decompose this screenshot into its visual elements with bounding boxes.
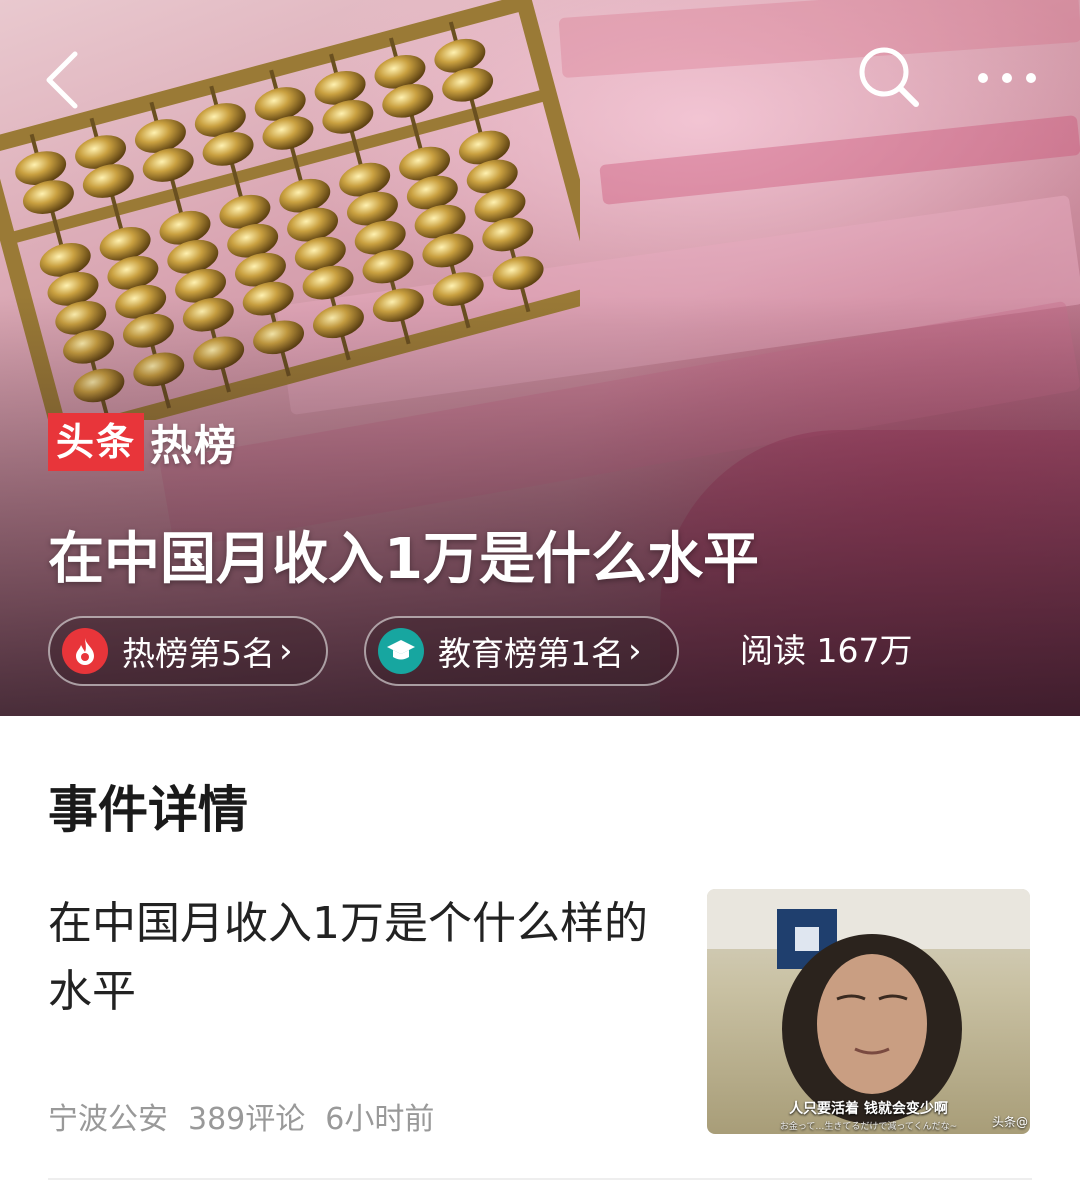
topic-title: 在中国月收入1万是什么水平	[48, 527, 759, 592]
article-title: 在中国月收入1万是个什么样的水平	[48, 898, 648, 1017]
section-title: 事件详情	[48, 781, 248, 839]
toutiao-hotlist-logo: 头条 热榜	[48, 412, 238, 472]
brand-text: 热榜	[150, 420, 239, 470]
flame-icon	[62, 628, 108, 674]
thumbnail-caption-jp: お金って…生きてるだけで減ってくんだな~	[779, 1122, 958, 1132]
chevron-left-icon	[46, 51, 78, 109]
divider	[48, 1178, 1032, 1180]
article-time: 6小时前	[325, 1102, 435, 1137]
edu-rank-label: 教育榜第1名	[438, 634, 624, 673]
graduation-cap-icon	[378, 628, 424, 674]
article-source: 宁波公安	[48, 1102, 168, 1137]
article-comments: 389评论	[188, 1102, 306, 1137]
article-card[interactable]: 在中国月收入1万是个什么样的水平 宁波公安 389评论 6小时前 人只要活着 钱…	[0, 880, 1080, 1180]
read-count: 阅读 167万	[740, 631, 913, 670]
search-button[interactable]	[850, 38, 926, 114]
more-horizontal-icon	[978, 73, 1036, 83]
search-icon	[859, 47, 919, 107]
article-meta: 宁波公安 389评论 6小时前	[48, 1094, 434, 1138]
thumbnail-caption: 人只要活着 钱就会变少啊	[789, 1101, 948, 1117]
hot-rank-label: 热榜第5名	[122, 634, 275, 673]
hot-rank-chip[interactable]: 热榜第5名 ›	[48, 616, 328, 686]
hero-banner: 头条 热榜 在中国月收入1万是什么水平 热榜第5名 › 教育榜第1名 › 阅读 …	[0, 0, 1080, 716]
more-button[interactable]	[966, 48, 1048, 108]
chevron-right-icon: ›	[628, 631, 642, 671]
back-button[interactable]	[28, 40, 98, 120]
article-thumbnail: 人只要活着 钱就会变少啊 お金って…生きてるだけで減ってくんだな~ 头条@	[707, 889, 1030, 1134]
chevron-right-icon: ›	[279, 631, 293, 671]
brand-box: 头条	[48, 413, 145, 471]
thumbnail-watermark: 头条@	[991, 1115, 1028, 1129]
edu-rank-chip[interactable]: 教育榜第1名 ›	[364, 616, 679, 686]
